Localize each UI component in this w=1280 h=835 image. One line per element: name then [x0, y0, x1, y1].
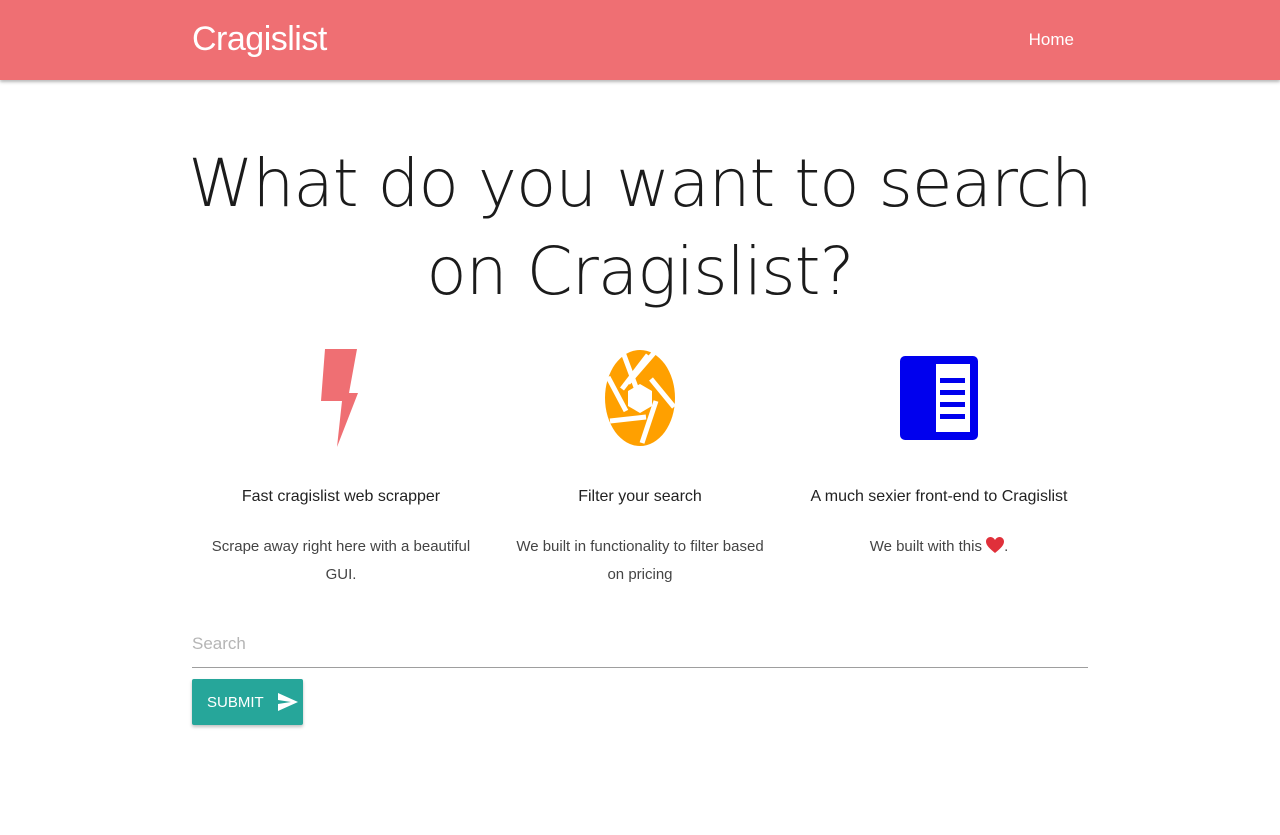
feature-description: Scrape away right here with a beautiful …: [211, 538, 471, 583]
feature-description-suffix: .: [1004, 538, 1009, 555]
feature-title: A much sexier front-end to Cragislist: [810, 488, 1068, 505]
feature-title: Filter your search: [578, 488, 702, 505]
feature-description: We built in functionality to filter base…: [516, 538, 764, 583]
feature-card-filter: Filter your search We built in functiona…: [490, 345, 790, 589]
feature-card-fast-scraper: Fast cragislist web scrapper Scrape away…: [191, 345, 491, 589]
feature-card-front-end: A much sexier front-end to Cragislist We…: [789, 345, 1089, 564]
feature-description-text: We built with this: [869, 538, 982, 555]
feature-description: We built with this .: [789, 533, 1089, 564]
nav-home-link[interactable]: Home: [1029, 30, 1074, 50]
heart-icon: [986, 536, 1005, 564]
submit-button-label: SUBMIT: [207, 693, 264, 711]
submit-button[interactable]: SUBMIT: [192, 679, 303, 725]
search-input[interactable]: [192, 620, 1088, 668]
top-navbar: Cragislist Home: [0, 0, 1280, 80]
lightning-bolt-icon: [191, 345, 491, 450]
page-title: What do you want to search on Cragislist…: [188, 145, 1092, 310]
camera-aperture-icon: [490, 345, 790, 450]
article-document-icon: [789, 345, 1089, 450]
search-field-wrapper: [192, 620, 1088, 668]
brand-logo-link[interactable]: Cragislist: [192, 20, 327, 59]
send-icon: [277, 693, 298, 711]
feature-title: Fast cragislist web scrapper: [241, 488, 441, 505]
